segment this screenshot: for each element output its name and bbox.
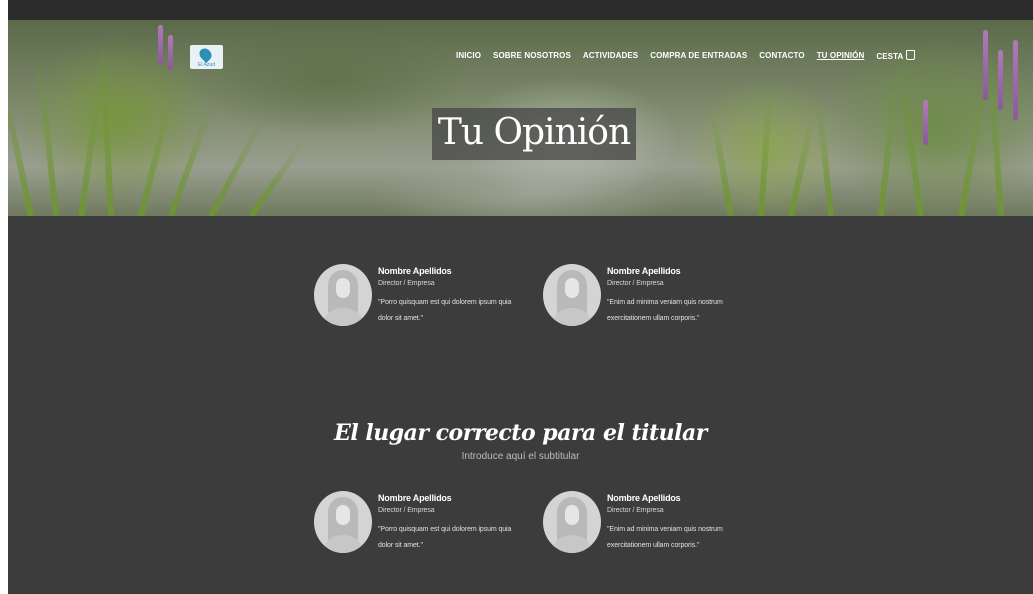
testimonial-card: Nombre Apellidos Director / Empresa "Por… [314, 491, 514, 561]
grass-decoration [815, 96, 834, 216]
testimonial-role: Director / Empresa [607, 280, 664, 287]
avatar [314, 491, 372, 553]
cart-icon [906, 50, 916, 60]
testimonial-quote: "Enim ad minima veniam quis nostrum exer… [607, 526, 723, 549]
flower-decoration [168, 35, 173, 70]
flower-decoration [1013, 40, 1018, 120]
testimonial-name: Nombre Apellidos [607, 493, 681, 503]
flower-decoration [983, 30, 988, 100]
testimonial-quote: "Porro quisquam est qui dolorem ipsum qu… [378, 526, 512, 549]
nav-contacto[interactable]: CONTACTO [759, 51, 804, 60]
nav-tu-opinion[interactable]: TU OPINIÓN [817, 51, 865, 60]
testimonial-card: Nombre Apellidos Director / Empresa "Eni… [543, 264, 743, 334]
flower-decoration [158, 25, 163, 65]
testimonial-name: Nombre Apellidos [607, 266, 681, 276]
grass-decoration [708, 107, 734, 216]
grass-decoration [8, 68, 34, 216]
page-title: Tu Opinión [437, 112, 631, 153]
testimonial-name: Nombre Apellidos [378, 266, 452, 276]
nav-cesta-label: CESTA [876, 52, 904, 61]
flower-decoration [998, 50, 1003, 110]
water-drop-icon [197, 46, 214, 63]
grass-decoration [248, 140, 306, 216]
main-navigation: INICIO SOBRE NOSOTROS ACTIVIDADES COMPRA… [456, 50, 927, 61]
section-headline: El lugar correcto para el titular [334, 420, 707, 446]
nav-sobre-nosotros[interactable]: SOBRE NOSOTROS [493, 51, 571, 60]
grass-decoration [138, 89, 176, 216]
testimonial-card: Nombre Apellidos Director / Empresa "Eni… [543, 491, 743, 561]
logo-wordmark: El Azud [198, 62, 215, 68]
grass-decoration [98, 36, 114, 216]
hero-title-box: Tu Opinión [432, 108, 636, 160]
testimonial-role: Director / Empresa [378, 280, 435, 287]
avatar [543, 264, 601, 326]
nav-cesta[interactable]: CESTA [876, 50, 916, 61]
site-logo[interactable]: El Azud [190, 45, 223, 69]
grass-decoration [78, 76, 104, 216]
grass-decoration [895, 57, 924, 216]
testimonial-card: Nombre Apellidos Director / Empresa "Por… [314, 264, 514, 334]
nav-actividades[interactable]: ACTIVIDADES [583, 51, 638, 60]
flower-decoration [923, 100, 928, 145]
avatar [543, 491, 601, 553]
testimonial-name: Nombre Apellidos [378, 493, 452, 503]
testimonials-section: Nombre Apellidos Director / Empresa "Por… [8, 216, 1033, 594]
section-subheadline: Introduce aquí el subtitular [461, 451, 580, 462]
grass-decoration [758, 86, 774, 216]
nav-inicio[interactable]: INICIO [456, 51, 481, 60]
browser-top-bar [8, 0, 1033, 20]
grass-decoration [788, 117, 815, 216]
grass-decoration [35, 46, 59, 216]
testimonial-quote: "Enim ad minima veniam quis nostrum exer… [607, 299, 723, 322]
avatar [314, 264, 372, 326]
testimonial-quote: "Porro quisquam est qui dolorem ipsum qu… [378, 299, 512, 322]
testimonial-role: Director / Empresa [607, 507, 664, 514]
grass-decoration [878, 66, 900, 216]
testimonial-role: Director / Empresa [378, 507, 435, 514]
nav-compra-de-entradas[interactable]: COMPRA DE ENTRADAS [650, 51, 747, 60]
grass-decoration [168, 102, 215, 216]
